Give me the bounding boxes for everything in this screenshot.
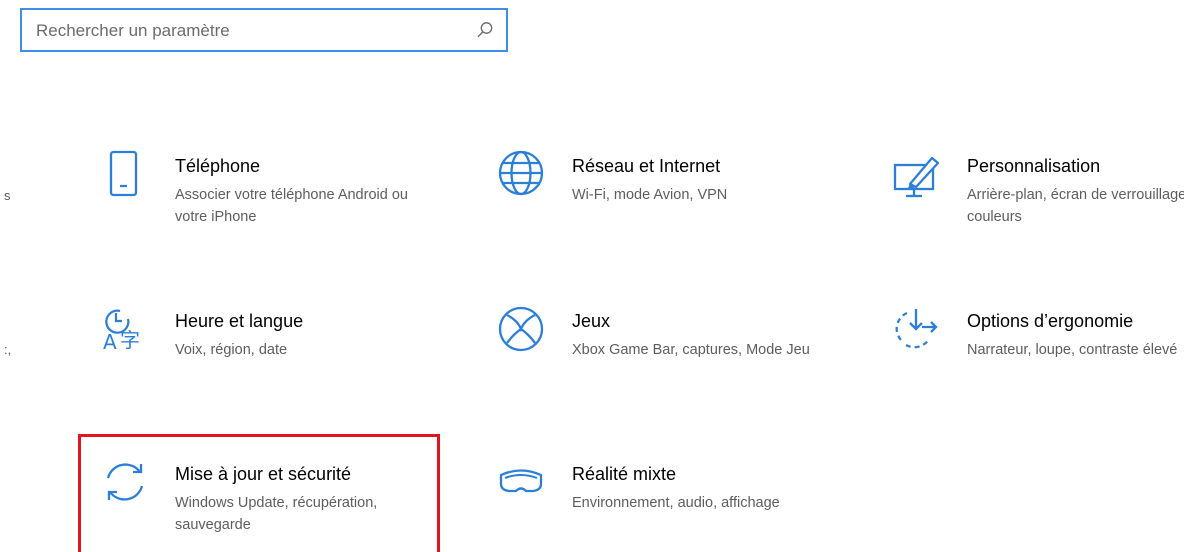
globe-icon (497, 150, 547, 200)
tile-description: Environnement, audio, affichage (572, 495, 780, 511)
clipped-text: :, (4, 342, 12, 357)
phone-icon (100, 150, 150, 200)
tile-title: Réalité mixte (572, 464, 677, 484)
tile-description: Windows Update, récupération, sauvegarde (175, 495, 378, 533)
tile-title: Heure et langue (175, 311, 304, 331)
tile-description: Xbox Game Bar, captures, Mode Jeu (572, 342, 810, 358)
search-input[interactable] (36, 19, 456, 43)
tile-title: Téléphone (175, 156, 261, 176)
tile-title: Personnalisation (967, 156, 1101, 176)
xbox-icon (497, 305, 547, 355)
tile-title: Réseau et Internet (572, 156, 721, 176)
tile-description: Wi-Fi, mode Avion, VPN (572, 187, 728, 203)
clipped-text: s (4, 188, 11, 203)
tile-title: Jeux (572, 311, 611, 331)
tile-description: Narrateur, loupe, contraste élevé (967, 342, 1178, 358)
tile-description: Voix, région, date (175, 342, 288, 358)
search-icon[interactable] (476, 21, 494, 44)
svg-text:A: A (103, 330, 117, 354)
update-sync-icon (100, 458, 150, 508)
settings-home: s :, Téléphone Associer votre téléphone … (0, 0, 1184, 552)
tile-description: Arrière-plan, écran de verrouillage, cou… (967, 187, 1184, 225)
tile-description: Associer votre téléphone Android ou votr… (175, 187, 408, 225)
tile-title: Mise à jour et sécurité (175, 464, 352, 484)
personalization-icon (892, 150, 942, 200)
mixed-reality-icon (497, 458, 547, 508)
time-language-icon: A 字 (100, 305, 150, 355)
tile-title: Options d’ergonomie (967, 311, 1134, 331)
svg-text:字: 字 (120, 328, 140, 352)
ease-of-access-icon (892, 305, 942, 355)
search-box[interactable] (20, 8, 508, 52)
